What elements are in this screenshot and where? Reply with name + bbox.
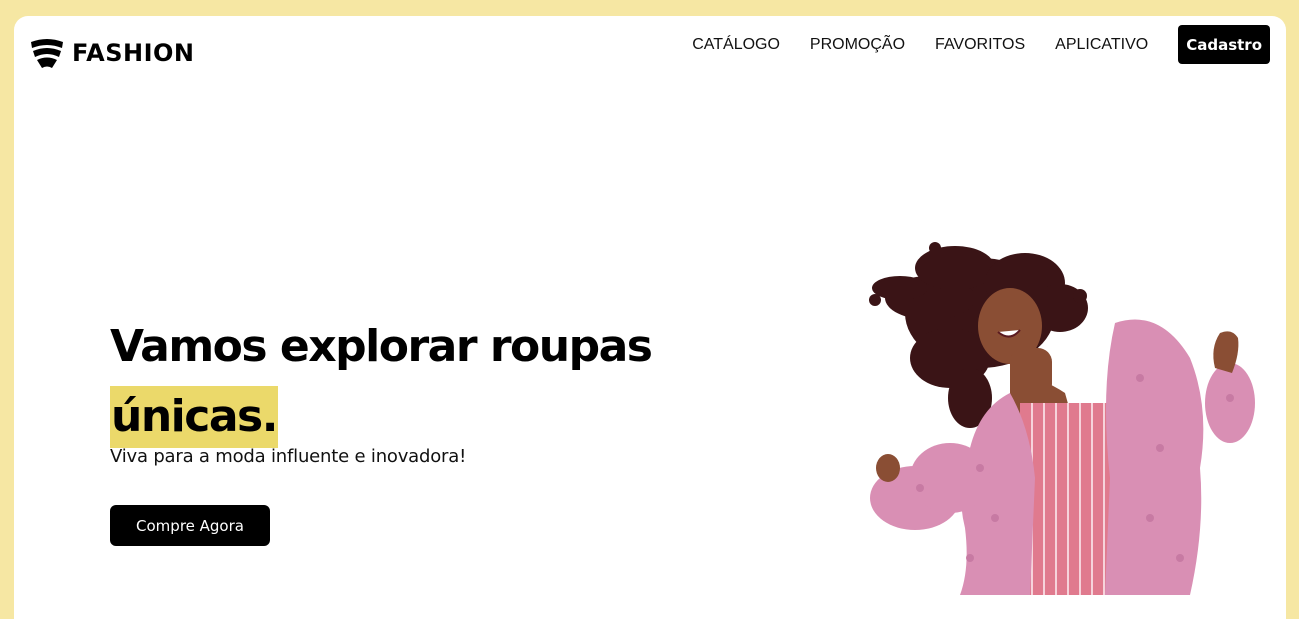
hero-subtitle: Viva para a moda influente e inovadora! [110,446,467,467]
brand-logo[interactable]: FASHION [30,36,195,70]
hero-title-highlight: únicas. [110,386,278,448]
main-card: FASHION CATÁLOGO PROMOÇÃO FAVORITOS APLI… [14,16,1286,619]
shop-now-button[interactable]: Compre Agora [110,505,270,546]
nav-item-aplicativo[interactable]: APLICATIVO [1055,36,1148,54]
main-nav: CATÁLOGO PROMOÇÃO FAVORITOS APLICATIVO C… [692,25,1270,64]
hero-title: Vamos explorar roupas únicas. [110,312,730,452]
wave-stripes-icon [31,39,63,68]
signup-button[interactable]: Cadastro [1178,25,1270,64]
hero-title-line: Vamos explorar roupas [110,321,653,372]
nav-item-catalogo[interactable]: CATÁLOGO [692,36,780,54]
nav-item-favoritos[interactable]: FAVORITOS [935,36,1025,54]
hero-model-image [869,242,1255,595]
brand-name: FASHION [72,39,195,67]
nav-item-promocao[interactable]: PROMOÇÃO [810,36,905,54]
